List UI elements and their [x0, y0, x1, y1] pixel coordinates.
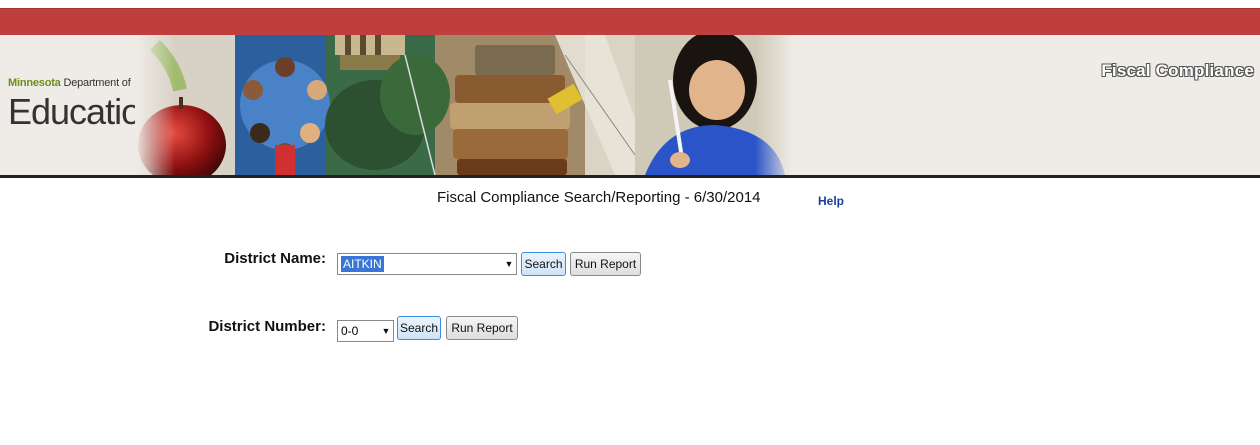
district-name-label: District Name:	[224, 250, 326, 267]
top-border	[0, 0, 1260, 8]
dropdown-arrow-icon[interactable]: ▼	[502, 259, 516, 269]
site-header: Minnesota Department of Education Fiscal…	[0, 35, 1260, 178]
district-name-select[interactable]: AITKIN ▼	[337, 253, 517, 275]
page-title: Fiscal Compliance Search/Reporting - 6/3…	[437, 189, 761, 206]
logo-state-text: Minnesota	[8, 77, 61, 89]
district-name-search-button[interactable]: Search	[521, 252, 566, 276]
header-photo-collage	[135, 35, 795, 175]
logo-dept-text: Department of	[60, 77, 131, 89]
help-link[interactable]: Help	[818, 194, 844, 208]
district-name-run-report-button[interactable]: Run Report	[570, 252, 641, 276]
district-number-select[interactable]: 0-0 ▼	[337, 320, 394, 342]
district-name-selected-value: AITKIN	[341, 256, 384, 272]
top-red-banner	[0, 8, 1260, 35]
header-section-title: Fiscal Compliance	[1101, 61, 1254, 80]
district-number-selected-value: 0-0	[341, 324, 359, 338]
district-number-run-report-button[interactable]: Run Report	[446, 316, 518, 340]
district-number-search-button[interactable]: Search	[397, 316, 441, 340]
dropdown-arrow-icon[interactable]: ▼	[379, 326, 393, 336]
district-number-label: District Number:	[208, 318, 326, 335]
